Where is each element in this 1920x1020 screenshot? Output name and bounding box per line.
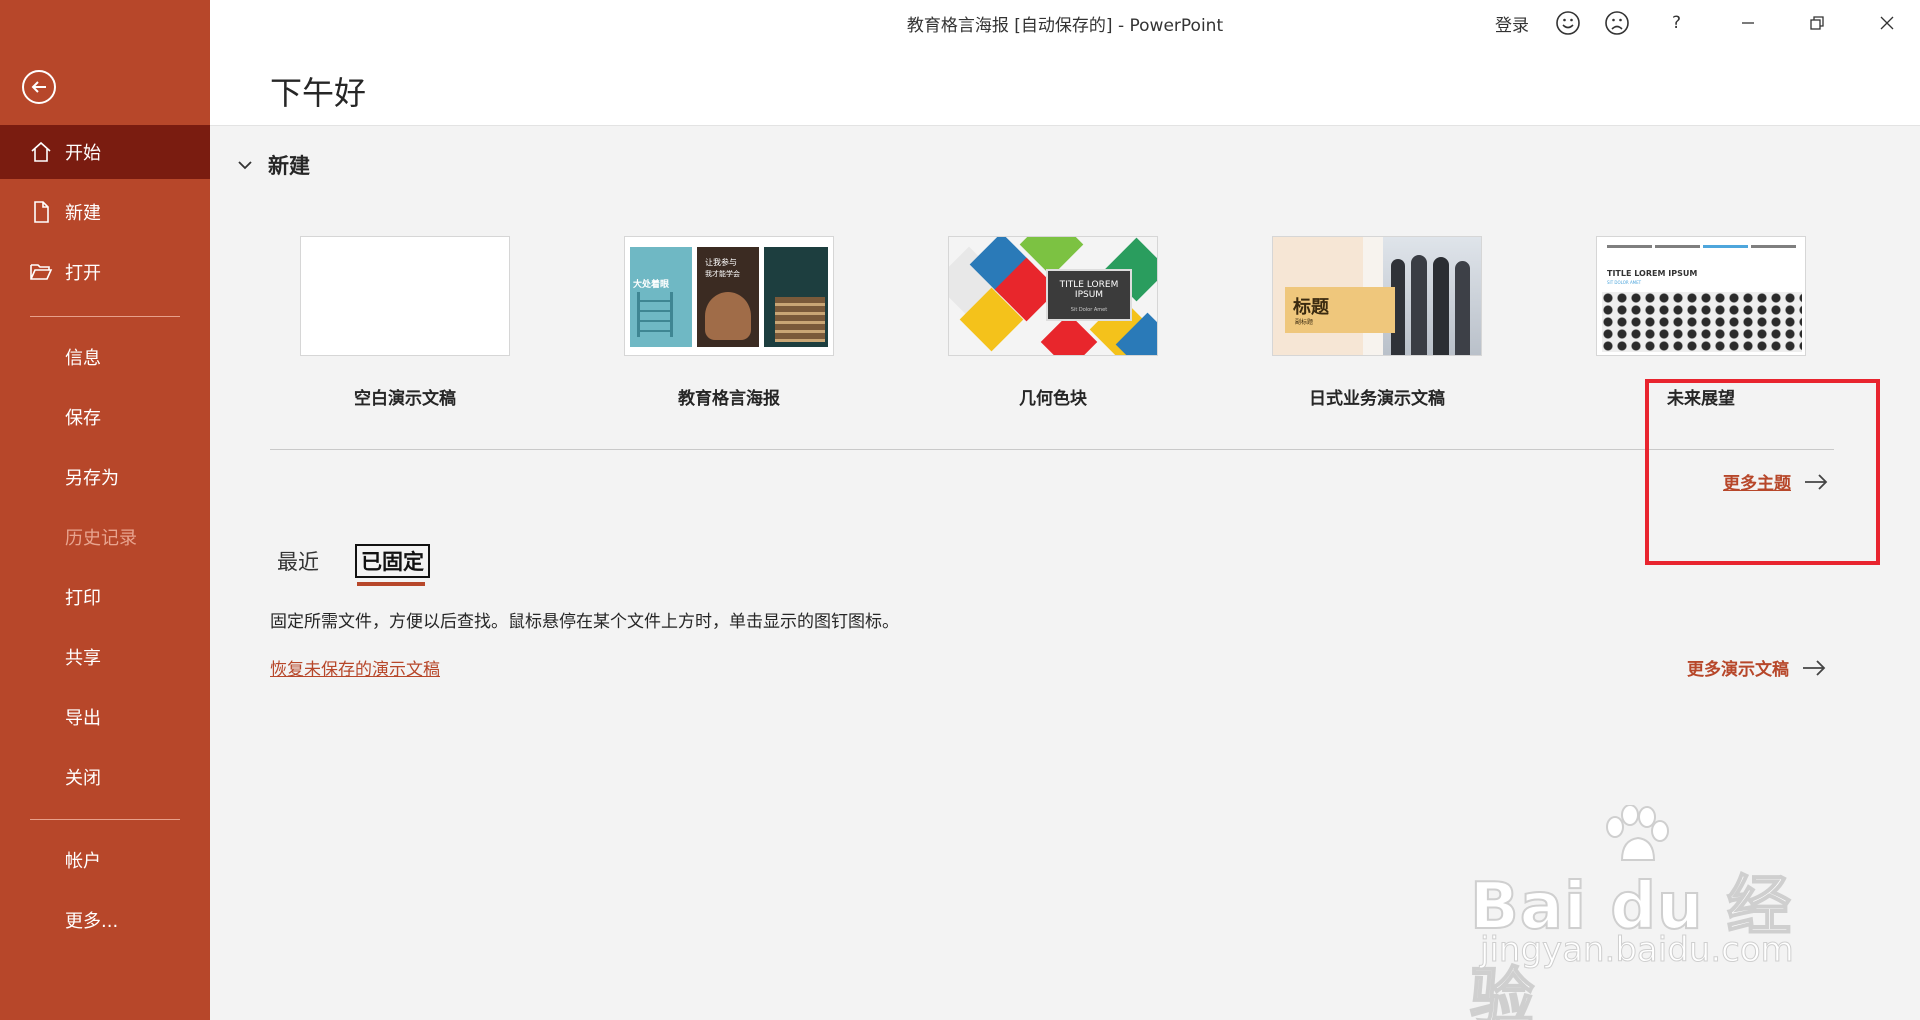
close-button[interactable] (1864, 8, 1910, 38)
restore-icon (1810, 16, 1824, 30)
pinned-description: 固定所需文件，方便以后查找。鼠标悬停在某个文件上方时，单击显示的图钉图标。 (270, 612, 899, 632)
template-thumbnail: 大处着眼 让我参与 我才能学会 (624, 236, 834, 356)
new-document-icon (34, 201, 49, 223)
tab-recent[interactable]: 最近 (277, 546, 319, 576)
thumb-title: TITLE LOREM IPSUM (1607, 269, 1698, 278)
title-bar: 教育格言海报 [自动保存的] - PowerPoint 登录 ? (210, 0, 1920, 46)
template-blank[interactable]: 空白演示文稿 (300, 236, 510, 409)
thumb-title: 标题 (1293, 297, 1329, 318)
sidebar-item-close[interactable]: 关闭 (0, 750, 210, 804)
template-geometric[interactable]: TITLE LOREM IPSUM Sit Dolor Amet 几何色块 (948, 236, 1158, 409)
smile-feedback-button[interactable] (1555, 10, 1581, 36)
template-name: 几何色块 (1019, 389, 1087, 409)
sidebar-item-label: 信息 (65, 348, 101, 369)
recover-unsaved-link[interactable]: 恢复未保存的演示文稿 (270, 655, 440, 680)
sidebar-item-label: 帐户 (65, 851, 101, 872)
sidebar-divider (30, 819, 180, 820)
thumb-text: 让我参与 (705, 258, 737, 267)
template-thumbnail: TITLE LOREM IPSUM Sit Dolor Amet (948, 236, 1158, 356)
sidebar-item-label: 共享 (65, 648, 101, 669)
template-name: 空白演示文稿 (354, 389, 456, 409)
sidebar-item-label: 开始 (65, 143, 101, 164)
sidebar-item-open[interactable]: 打开 (0, 245, 210, 299)
template-name: 教育格言海报 (678, 389, 780, 409)
active-tab-indicator (357, 582, 425, 586)
baidu-watermark: Bai du 经验 jingyan.baidu.com (1469, 805, 1820, 1020)
new-section-header[interactable]: 新建 (236, 150, 310, 180)
new-section-title: 新建 (268, 154, 310, 178)
sidebar-item-print[interactable]: 打印 (0, 570, 210, 624)
template-thumbnail: TITLE LOREM IPSUM SIT DOLOR AMET (1596, 236, 1806, 356)
back-arrow-icon (31, 81, 46, 93)
watermark-url: jingyan.baidu.com (1480, 930, 1795, 971)
help-icon[interactable]: ? (1672, 10, 1681, 36)
frown-feedback-button[interactable] (1604, 10, 1630, 36)
sidebar-item-label: 保存 (65, 408, 101, 429)
thumb-title: TITLE LOREM IPSUM (1059, 280, 1119, 300)
frown-icon (1605, 11, 1629, 35)
sidebar-item-save[interactable]: 保存 (0, 390, 210, 444)
smile-icon (1556, 11, 1580, 35)
sidebar-item-export[interactable]: 导出 (0, 690, 210, 744)
thumb-text: 我才能学会 (705, 270, 740, 278)
greeting-title: 下午好 (270, 74, 367, 112)
section-divider (270, 449, 1834, 450)
thumb-text: 大处着眼 (633, 280, 670, 290)
highlight-annotation-box (1645, 379, 1880, 565)
sidebar-item-label: 打开 (65, 263, 101, 284)
thumb-subtitle: Sit Dolor Amet (1070, 307, 1108, 313)
sidebar-item-home[interactable]: 开始 (0, 125, 210, 179)
close-icon (1880, 16, 1894, 30)
sidebar-item-label: 打印 (65, 588, 101, 609)
more-presentations-link[interactable]: 更多演示文稿 (1687, 655, 1827, 680)
thumb-subtitle: 副标题 (1295, 319, 1314, 326)
sidebar-item-label: 更多... (65, 911, 119, 932)
backstage-sidebar: 开始 新建 打开 信息 保存 另存为 历史记录 打印 共享 导出 关闭 帐户 更… (0, 0, 210, 1020)
open-folder-icon (30, 264, 53, 280)
chevron-down-icon (238, 161, 252, 170)
template-japanese-business[interactable]: 标题 副标题 日式业务演示文稿 (1272, 236, 1482, 409)
sidebar-item-account[interactable]: 帐户 (0, 833, 210, 887)
minimize-icon (1742, 22, 1754, 24)
sidebar-item-history: 历史记录 (0, 510, 210, 564)
arrow-right-icon (1803, 659, 1826, 676)
tab-pinned[interactable]: 已固定 (355, 544, 430, 578)
sidebar-item-save-as[interactable]: 另存为 (0, 450, 210, 504)
sidebar-item-new[interactable]: 新建 (0, 185, 210, 239)
sidebar-item-label: 新建 (65, 203, 101, 224)
more-presentations-label: 更多演示文稿 (1687, 660, 1789, 680)
home-icon (31, 141, 51, 162)
restore-button[interactable] (1794, 8, 1840, 38)
template-thumbnail (300, 236, 510, 356)
template-thumbnail: 标题 副标题 (1272, 236, 1482, 356)
sidebar-divider (30, 316, 180, 317)
sidebar-item-info[interactable]: 信息 (0, 330, 210, 384)
sidebar-item-label: 历史记录 (65, 528, 137, 549)
greeting-band: 下午好 (210, 46, 1920, 126)
template-name: 日式业务演示文稿 (1309, 389, 1445, 409)
sidebar-item-share[interactable]: 共享 (0, 630, 210, 684)
sidebar-item-label: 关闭 (65, 768, 101, 789)
back-button[interactable] (22, 70, 56, 104)
thumb-subtitle: SIT DOLOR AMET (1607, 280, 1642, 285)
sidebar-item-label: 导出 (65, 708, 101, 729)
login-button[interactable]: 登录 (1495, 10, 1529, 36)
sidebar-item-label: 另存为 (65, 468, 119, 489)
document-title: 教育格言海报 [自动保存的] - PowerPoint (906, 16, 1224, 36)
sidebar-item-more[interactable]: 更多... (0, 893, 210, 947)
template-education-poster[interactable]: 大处着眼 让我参与 我才能学会 教育格言海报 (624, 236, 834, 409)
minimize-button[interactable] (1725, 8, 1771, 38)
